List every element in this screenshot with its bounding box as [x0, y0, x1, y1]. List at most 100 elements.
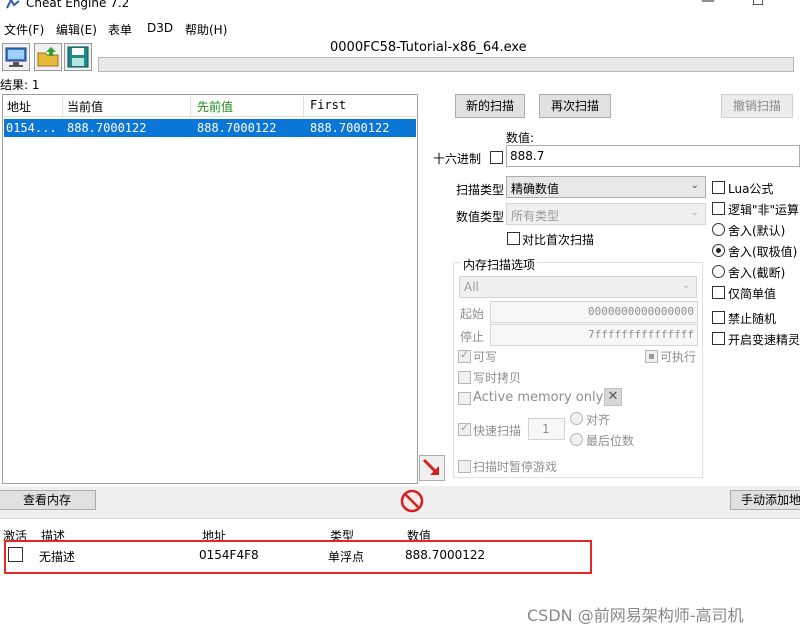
last-digits-label: 最后位数	[586, 434, 635, 448]
hex-checkbox[interactable]	[490, 151, 503, 164]
close-icon[interactable]: ✕	[604, 388, 622, 406]
value-input-text: 888.7	[510, 149, 545, 163]
simple-values-checkbox[interactable]	[712, 286, 725, 299]
fast-scan-checkbox[interactable]: ✓	[458, 421, 471, 436]
row-address: 0154...	[6, 121, 57, 135]
chevron-down-icon: ⌄	[690, 207, 699, 218]
speedhack-checkbox[interactable]	[712, 332, 725, 345]
open-file-button[interactable]	[34, 43, 62, 71]
watermark: CSDN @前网易架构师-高司机	[527, 606, 744, 625]
active-checkbox[interactable]	[8, 547, 23, 562]
round-extreme-label: 舍入(取极值)	[728, 245, 798, 259]
compare-first-checkbox[interactable]	[507, 232, 520, 245]
round-extreme-radio[interactable]	[712, 244, 725, 257]
checkmark-icon: ✓	[460, 421, 470, 434]
view-memory-button[interactable]: 查看内存	[0, 490, 96, 510]
undo-scan-button[interactable]: 撤销扫描	[721, 94, 793, 118]
entry-description[interactable]: 无描述	[39, 548, 75, 565]
add-to-list-button[interactable]	[419, 455, 445, 481]
open-folder-icon	[37, 47, 59, 67]
scan-progress-bar	[98, 57, 794, 72]
entry-type[interactable]: 单浮点	[328, 548, 364, 565]
start-address-input[interactable]: 0000000000000000	[490, 301, 698, 323]
column-current-value[interactable]: 当前值	[67, 98, 103, 115]
column-divider	[303, 96, 304, 116]
compare-first-label: 对比首次扫描	[522, 233, 595, 247]
active-memory-label: Active memory only	[473, 390, 604, 405]
column-divider	[62, 96, 63, 116]
results-count: 结果: 1	[0, 78, 40, 92]
align-radio[interactable]	[570, 412, 583, 425]
last-digits-radio[interactable]	[570, 433, 583, 446]
scan-type-label: 扫描类型	[456, 183, 505, 197]
next-scan-button[interactable]: 再次扫描	[539, 94, 611, 118]
value-type-select[interactable]: 所有类型 ⌄	[506, 203, 706, 225]
copy-on-write-checkbox[interactable]	[458, 371, 471, 384]
menu-table[interactable]: 表单	[108, 21, 132, 38]
column-divider	[190, 96, 191, 116]
pause-game-label: 扫描时暂停游戏	[473, 460, 558, 474]
value-input[interactable]: 888.7	[506, 145, 800, 167]
pause-game-checkbox[interactable]	[458, 460, 471, 473]
highlight-box	[4, 540, 592, 574]
column-previous-value[interactable]: 先前值	[197, 98, 233, 115]
lua-checkbox[interactable]	[712, 181, 725, 194]
manual-add-address-button[interactable]: 手动添加地	[730, 490, 800, 510]
stop-address-value: 7fffffffffffffff	[588, 328, 694, 341]
cheat-engine-app-icon	[6, 0, 20, 10]
no-entry-icon	[400, 489, 424, 513]
save-disk-icon	[67, 46, 89, 68]
value-label: 数值:	[506, 131, 535, 145]
minimize-button[interactable]: —	[685, 0, 731, 12]
column-first[interactable]: First	[310, 98, 346, 112]
round-default-radio[interactable]	[712, 223, 725, 236]
row-first-value: 888.7000122	[310, 121, 390, 135]
red-arrow-icon	[422, 458, 440, 476]
menu-help[interactable]: 帮助(H)	[185, 21, 227, 38]
value-type-label: 数值类型	[456, 210, 505, 224]
memory-options-title: 内存扫描选项	[461, 256, 538, 273]
row-current-value: 888.7000122	[67, 121, 147, 135]
speedhack-label: 开启变速精灵	[728, 333, 800, 347]
menu-file[interactable]: 文件(F)	[4, 21, 44, 38]
align-label: 对齐	[586, 413, 611, 427]
process-name: 0000FC58-Tutorial-x86_64.exe	[330, 40, 527, 55]
scan-type-value: 精确数值	[511, 182, 560, 196]
open-process-button[interactable]	[2, 43, 30, 71]
no-random-checkbox[interactable]	[712, 311, 725, 324]
no-random-label: 禁止随机	[728, 312, 777, 326]
not-operation-checkbox[interactable]	[712, 202, 725, 215]
fast-scan-input[interactable]: 1	[528, 418, 565, 440]
results-list[interactable]	[2, 94, 418, 484]
executable-checkbox[interactable]	[645, 350, 658, 363]
window-title: Cheat Engine 7.2	[26, 0, 130, 10]
memory-region-select[interactable]: All ⌄	[459, 276, 697, 298]
not-operation-label: 逻辑"非"运算	[728, 203, 800, 217]
maximize-button[interactable]: ☐	[735, 0, 781, 12]
save-button[interactable]	[64, 43, 92, 71]
entry-value[interactable]: 888.7000122	[405, 548, 485, 562]
stop-address-input[interactable]: 7fffffffffffffff	[490, 324, 698, 346]
active-memory-checkbox[interactable]	[458, 392, 471, 405]
menu-d3d[interactable]: D3D	[147, 21, 173, 35]
round-default-label: 舍入(默认)	[728, 224, 786, 238]
new-scan-button[interactable]: 新的扫描	[455, 94, 525, 118]
chevron-down-icon: ⌄	[690, 180, 699, 191]
start-address-value: 0000000000000000	[588, 305, 694, 318]
menu-edit[interactable]: 编辑(E)	[56, 21, 97, 38]
round-truncate-radio[interactable]	[712, 265, 725, 278]
writable-label: 可写	[473, 350, 498, 364]
scan-type-select[interactable]: 精确数值 ⌄	[506, 176, 706, 198]
lua-label: Lua公式	[728, 182, 774, 196]
executable-label: 可执行	[660, 350, 697, 364]
column-address[interactable]: 地址	[7, 98, 31, 115]
entry-address[interactable]: 0154F4F8	[199, 548, 259, 562]
round-truncate-label: 舍入(截断)	[728, 266, 786, 280]
copy-on-write-label: 写时拷贝	[473, 371, 522, 385]
clear-list-button[interactable]	[399, 488, 425, 514]
fast-scan-value: 1	[542, 422, 550, 436]
hex-label: 十六进制	[433, 152, 482, 166]
fast-scan-label: 快速扫描	[473, 424, 522, 438]
indeterminate-icon	[649, 354, 654, 359]
writable-checkbox[interactable]: ✓	[458, 348, 471, 363]
